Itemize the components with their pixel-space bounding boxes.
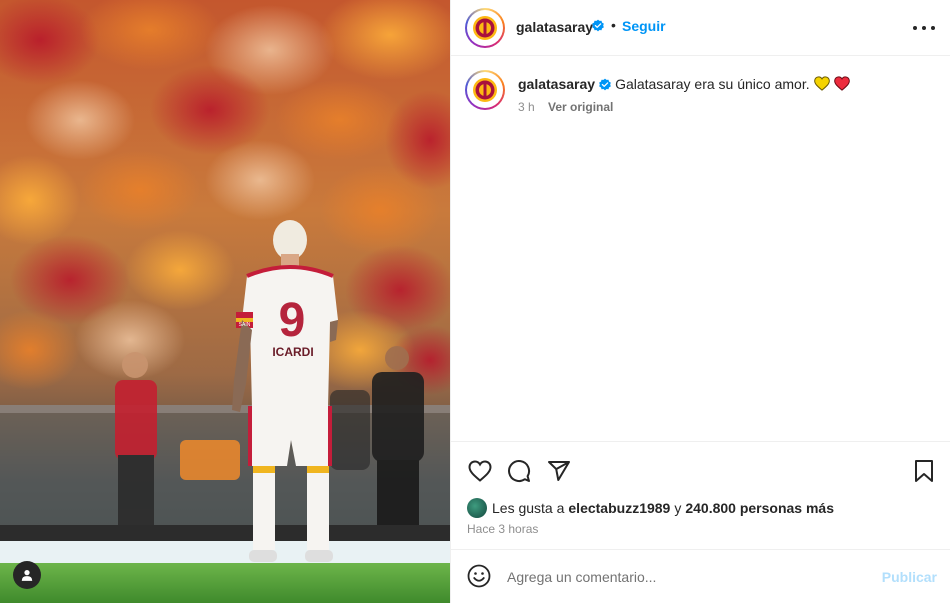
save-bookmark-icon — [915, 460, 933, 482]
post-media[interactable]: 9 ICARDI SAIN — [0, 0, 450, 603]
liked-by-username[interactable]: electabuzz1989 — [568, 500, 670, 516]
post-details-panel: galatasaray • Seguir galatasaray Galatas… — [450, 0, 950, 603]
header-username[interactable]: galatasaray — [516, 19, 593, 35]
galatasaray-logo-icon — [473, 16, 497, 40]
emoji-smile-icon — [467, 564, 491, 588]
comment-bar: Publicar — [451, 549, 950, 603]
caption-username[interactable]: galatasaray — [518, 76, 595, 92]
caption-age: 3 h — [518, 100, 535, 114]
galatasaray-logo-icon — [473, 78, 497, 102]
header-separator: • — [611, 17, 616, 33]
verified-badge-icon — [599, 78, 611, 91]
player-number: 9 — [279, 294, 306, 347]
post-header: galatasaray • Seguir — [451, 0, 950, 56]
action-icons-row — [467, 458, 937, 486]
likes-prefix: Les gusta a — [492, 500, 565, 516]
post-timestamp: Hace 3 horas — [467, 522, 539, 536]
like-heart-icon — [468, 460, 492, 482]
post-photo: 9 ICARDI SAIN — [0, 0, 450, 603]
see-original-button[interactable]: Ver original — [548, 100, 613, 114]
post-actions: Les gusta a electabuzz1989 y 240.800 per… — [451, 441, 950, 601]
tagged-users-button[interactable] — [13, 561, 41, 589]
verified-badge-icon — [592, 19, 604, 32]
comment-button[interactable] — [506, 458, 532, 484]
comment-input[interactable] — [507, 566, 867, 588]
caption-meta: 3 h Ver original — [518, 100, 613, 114]
caption-avatar[interactable] — [465, 70, 505, 110]
more-options-icon[interactable] — [913, 18, 935, 38]
red-heart-icon — [833, 76, 850, 91]
likes-connector: y — [674, 500, 682, 516]
post-caption: galatasaray Galatasaray era su único amo… — [465, 70, 935, 120]
publish-button[interactable]: Publicar — [882, 569, 937, 585]
caption-text: Galatasaray era su único amor. — [615, 76, 810, 92]
caption-line: galatasaray Galatasaray era su único amo… — [518, 76, 850, 92]
emoji-picker-button[interactable] — [467, 564, 493, 590]
share-icon — [548, 461, 570, 481]
follow-button[interactable]: Seguir — [622, 18, 666, 34]
tagged-user-icon — [21, 570, 33, 581]
likes-summary: Les gusta a electabuzz1989 y 240.800 per… — [467, 498, 834, 518]
save-button[interactable] — [911, 458, 937, 484]
player-name: ICARDI — [272, 345, 313, 359]
yellow-heart-icon — [813, 76, 830, 91]
captain-band-text: SAIN — [239, 322, 251, 328]
comment-icon — [508, 460, 531, 482]
profile-avatar[interactable] — [465, 8, 505, 48]
like-button[interactable] — [467, 458, 493, 484]
likes-count[interactable]: 240.800 personas más — [685, 500, 834, 516]
share-button[interactable] — [546, 458, 572, 484]
liker-avatar[interactable] — [467, 498, 487, 518]
